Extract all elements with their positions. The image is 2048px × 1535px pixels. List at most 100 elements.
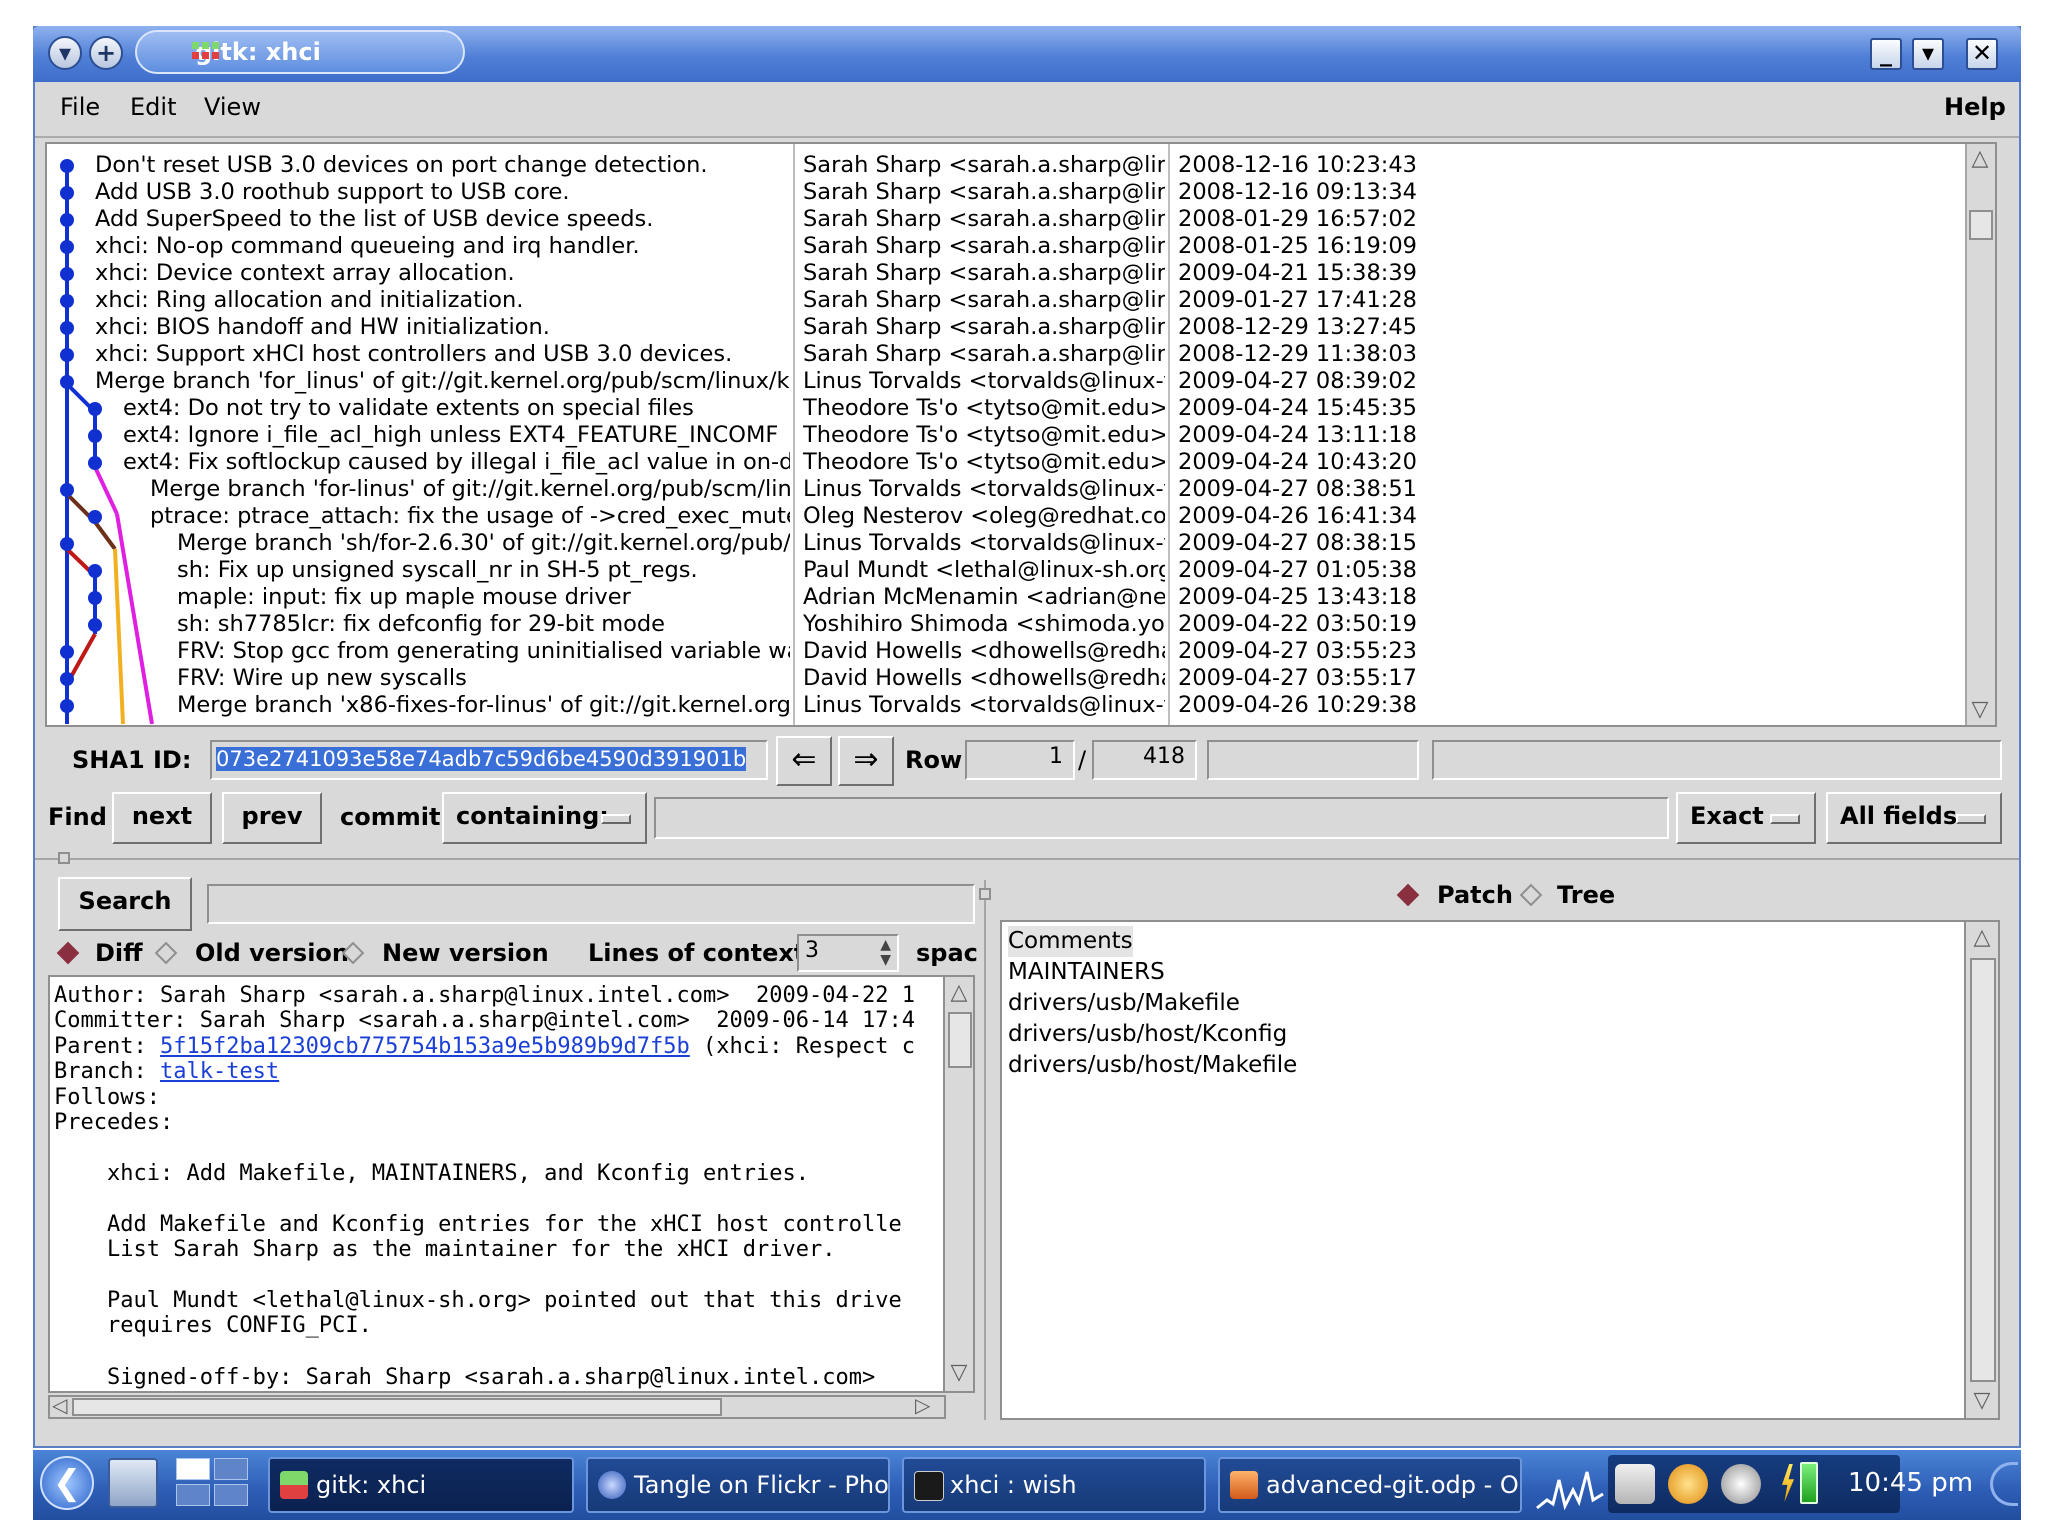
vertical-sash-handle[interactable] xyxy=(979,888,991,900)
find-input[interactable] xyxy=(654,797,1669,839)
commit-author: Sarah Sharp <sarah.a.sharp@lin xyxy=(803,287,1165,313)
pin-button[interactable]: + xyxy=(89,36,123,70)
file-list-pane[interactable]: Comments MAINTAINERS drivers/usb/Makefil… xyxy=(1000,920,1966,1420)
file-item[interactable]: MAINTAINERS xyxy=(1008,957,1165,988)
task-gitk[interactable]: gitk: xhci xyxy=(268,1457,574,1513)
scroll-up-arrow-icon[interactable]: △ xyxy=(1967,146,1993,172)
commit-author: Sarah Sharp <sarah.a.sharp@lin xyxy=(803,152,1165,178)
file-list-scroll-thumb[interactable] xyxy=(1970,958,1996,1382)
computer-icon[interactable] xyxy=(108,1458,158,1508)
scroll-left-arrow-icon[interactable]: ◁ xyxy=(52,1393,67,1417)
patch-label[interactable]: Patch xyxy=(1437,880,1513,910)
containing-dropdown[interactable]: containing: xyxy=(442,792,647,844)
pane-divider[interactable] xyxy=(35,858,2019,860)
file-item-comments[interactable]: Comments xyxy=(1008,926,1133,957)
parent-line: Parent: 5f15f2ba12309cb775754b153a9e5b98… xyxy=(54,1034,915,1059)
exact-dropdown[interactable]: Exact xyxy=(1676,792,1816,844)
commit-message: ext4: Do not try to validate extents on … xyxy=(123,395,694,421)
commit-message: xhci: Support xHCI host controllers and … xyxy=(95,341,733,367)
task-presentation[interactable]: advanced-git.odp - Ope xyxy=(1218,1457,1522,1513)
commit-date: 2009-04-27 03:55:17 xyxy=(1178,665,1417,691)
sash-handle[interactable] xyxy=(58,852,70,864)
window-title: gitk: xhci xyxy=(135,30,465,74)
commit-body-line: Paul Mundt <lethal@linux-sh.org> pointed… xyxy=(54,1288,902,1313)
forward-button[interactable]: ⇒ xyxy=(838,736,894,786)
old-version-label[interactable]: Old version xyxy=(195,938,349,968)
window-menu-button[interactable]: ▾ xyxy=(48,36,82,70)
minimize-button[interactable]: _ xyxy=(1870,38,1902,70)
commit-message: maple: input: fix up maple mouse driver xyxy=(177,584,631,610)
menu-file[interactable]: File xyxy=(60,92,100,122)
menu-edit[interactable]: Edit xyxy=(130,92,176,122)
new-version-label[interactable]: New version xyxy=(382,938,549,968)
ignore-space-label[interactable]: spac xyxy=(916,938,978,968)
fields-dropdown[interactable]: All fields xyxy=(1826,792,2002,844)
desktop-pager-icon[interactable] xyxy=(176,1458,250,1508)
commit-date: 2009-04-27 03:55:23 xyxy=(1178,638,1417,664)
system-monitor-icon[interactable] xyxy=(1535,1460,1605,1510)
commit-details-pane[interactable]: Author: Sarah Sharp <sarah.a.sharp@linux… xyxy=(48,975,946,1393)
branch-line: Branch: talk-test xyxy=(54,1059,280,1084)
committer-line: Committer: Sarah Sharp <sarah.a.sharp@in… xyxy=(54,1008,915,1033)
commit-author: Sarah Sharp <sarah.a.sharp@lin xyxy=(803,260,1165,286)
tree-label[interactable]: Tree xyxy=(1557,880,1615,910)
commit-message: xhci: Ring allocation and initialization… xyxy=(95,287,524,313)
scroll-down-arrow-icon[interactable]: ▽ xyxy=(1969,1388,1995,1414)
fields-label: All fields xyxy=(1840,802,1958,830)
menu-help[interactable]: Help xyxy=(1944,92,2006,122)
commit-date: 2009-04-24 15:45:35 xyxy=(1178,395,1417,421)
diff-label[interactable]: Diff xyxy=(95,938,143,968)
find-next-button[interactable]: next xyxy=(112,792,212,844)
spinbox-arrows-icon[interactable]: ▲ ▼ xyxy=(880,938,891,968)
volume-icon[interactable] xyxy=(1615,1464,1655,1504)
search-input[interactable] xyxy=(207,884,975,924)
vertical-divider[interactable] xyxy=(984,880,986,1420)
scroll-right-arrow-icon[interactable]: ▷ xyxy=(915,1393,930,1417)
commit-message: FRV: Stop gcc from generating uninitiali… xyxy=(177,638,790,664)
follows-line: Follows: xyxy=(54,1085,160,1110)
file-item[interactable]: drivers/usb/host/Makefile xyxy=(1008,1050,1297,1081)
dropdown-indicator-icon xyxy=(1770,814,1800,824)
row-current: 1 xyxy=(965,740,1075,780)
scroll-thumb[interactable] xyxy=(1969,210,1993,240)
clock[interactable]: 10:45 pm xyxy=(1848,1466,1973,1500)
commit-author: Linus Torvalds <torvalds@linux-f xyxy=(803,476,1165,502)
row-total: 418 xyxy=(1092,740,1197,780)
scroll-up-arrow-icon[interactable]: △ xyxy=(946,980,972,1006)
back-button[interactable]: ⇐ xyxy=(776,736,832,786)
update-icon[interactable] xyxy=(1721,1464,1761,1504)
start-menu-icon[interactable]: ❮ xyxy=(40,1456,94,1510)
scroll-down-arrow-icon[interactable]: ▽ xyxy=(946,1360,972,1386)
commit-message: ext4: Fix softlockup caused by illegal i… xyxy=(123,449,790,475)
context-spinbox[interactable]: 3 ▲ ▼ xyxy=(797,934,899,972)
commit-message: Merge branch 'for_linus' of git://git.ke… xyxy=(95,368,790,394)
commit-author: Theodore Ts'o <tytso@mit.edu> xyxy=(803,422,1165,448)
file-item[interactable]: drivers/usb/host/Kconfig xyxy=(1008,1019,1287,1050)
commit-date: 2009-04-25 13:43:18 xyxy=(1178,584,1417,610)
maximize-button[interactable]: ▾ xyxy=(1912,38,1944,70)
commit-message: xhci: Device context array allocation. xyxy=(95,260,515,286)
menu-bar xyxy=(35,82,2019,138)
sha1-input[interactable]: 073e2741093e58e74adb7c59d6be4590d391901b xyxy=(210,740,768,780)
file-item[interactable]: drivers/usb/Makefile xyxy=(1008,988,1240,1019)
scroll-up-arrow-icon[interactable]: △ xyxy=(1969,925,1995,951)
close-button[interactable]: ✕ xyxy=(1966,38,1998,70)
signed-off-line: Signed-off-by: Sarah Sharp <sarah.a.shar… xyxy=(54,1365,876,1390)
branch-link[interactable]: talk-test xyxy=(160,1059,279,1084)
search-button[interactable]: Search xyxy=(58,877,192,931)
find-prev-button[interactable]: prev xyxy=(222,792,322,844)
parent-hash-link[interactable]: 5f15f2ba12309cb775754b153a9e5b989b9d7f5b xyxy=(160,1034,690,1059)
back-arrow-icon: ⇐ xyxy=(791,742,817,777)
task-wish[interactable]: xhci : wish xyxy=(902,1457,1206,1513)
commit-date: 2009-04-26 16:41:34 xyxy=(1178,503,1417,529)
task-browser[interactable]: Tangle on Flickr - Photo xyxy=(586,1457,890,1513)
commit-message: Add SuperSpeed to the list of USB device… xyxy=(95,206,654,232)
scroll-down-arrow-icon[interactable]: ▽ xyxy=(1967,697,1993,723)
network-icon[interactable] xyxy=(1668,1464,1708,1504)
details-scroll-thumb[interactable] xyxy=(948,1012,972,1068)
details-hscroll-thumb[interactable] xyxy=(72,1398,722,1416)
menu-view[interactable]: View xyxy=(204,92,261,122)
commit-message: Add USB 3.0 roothub support to USB core. xyxy=(95,179,570,205)
battery-icon[interactable] xyxy=(1782,1460,1822,1506)
commit-author: Linus Torvalds <torvalds@linux-f xyxy=(803,530,1165,556)
